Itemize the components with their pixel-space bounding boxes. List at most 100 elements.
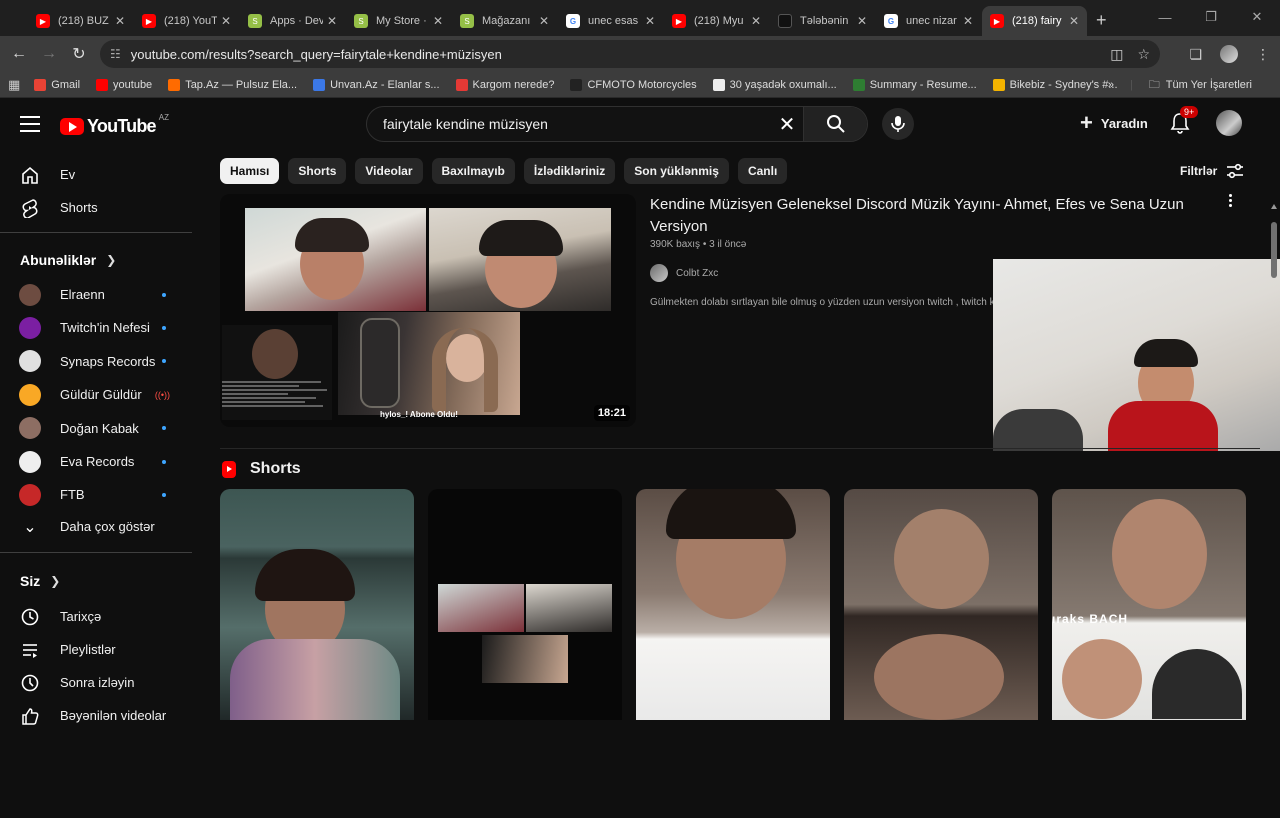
bookmark-item[interactable]: CFMOTO Motorcycles: [570, 78, 697, 91]
close-tab-icon[interactable]: ✕: [645, 14, 655, 28]
bookmark-item[interactable]: Unvan.Az - Elanlar s...: [313, 78, 440, 91]
video-title[interactable]: Kendine Müzisyen Geleneksel Discord Müzi…: [650, 194, 1210, 238]
filter-chip[interactable]: Son yüklənmiş: [624, 158, 729, 184]
reload-icon[interactable]: ↻: [64, 44, 94, 64]
url-text[interactable]: youtube.com/results?search_query=fairyta…: [131, 47, 502, 62]
apps-grid-icon[interactable]: ▦: [8, 77, 20, 93]
browser-menu-icon[interactable]: ⋮: [1256, 46, 1270, 63]
browser-tab[interactable]: ▶ (218) BUZ ✕: [28, 6, 133, 36]
new-tab-button[interactable]: +: [1096, 6, 1107, 36]
sidebar-item-subscription[interactable]: Synaps Records: [12, 345, 192, 378]
search-input[interactable]: fairytale kendine müzisyen: [367, 116, 771, 132]
close-tab-icon[interactable]: ✕: [327, 14, 337, 28]
sidebar-item-home[interactable]: Ev: [12, 158, 192, 191]
bookmark-item[interactable]: youtube: [96, 78, 152, 91]
browser-tab[interactable]: S Mağazanı ✕: [452, 6, 557, 36]
show-more-button[interactable]: ⌄ Daha çox göstər: [12, 510, 192, 543]
bookmark-favicon-icon: [570, 78, 583, 91]
sidebar-item-subscription[interactable]: Doğan Kabak: [12, 412, 192, 445]
site-info-icon[interactable]: ☷: [110, 47, 121, 61]
extensions-icon[interactable]: ❏: [1189, 46, 1202, 63]
voice-search-button[interactable]: [882, 108, 914, 140]
close-tab-icon[interactable]: ✕: [857, 14, 867, 28]
channel-link[interactable]: Colbt Zxc: [650, 264, 718, 282]
sidebar-item-watch-later[interactable]: Sonra izləyin: [12, 666, 192, 699]
close-tab-icon[interactable]: ✕: [539, 14, 549, 28]
search-button[interactable]: [803, 107, 867, 141]
browser-tab[interactable]: Tələbənin ✕: [770, 6, 875, 36]
sidebar-item-shorts[interactable]: Shorts: [12, 191, 192, 224]
browser-tab[interactable]: ▶ (218) Myu ✕: [664, 6, 769, 36]
filter-chip[interactable]: İzlədikləriniz: [523, 158, 616, 184]
channel-name[interactable]: Colbt Zxc: [676, 268, 718, 279]
browser-tab[interactable]: S Apps · Dev ✕: [240, 6, 345, 36]
close-tab-icon[interactable]: ✕: [115, 14, 125, 28]
more-bookmarks-icon[interactable]: »: [1108, 79, 1114, 91]
close-tab-icon[interactable]: ✕: [1069, 14, 1079, 28]
search-box[interactable]: fairytale kendine müzisyen ✕: [366, 106, 868, 142]
filter-chip[interactable]: Shorts: [288, 158, 347, 184]
tab-title: unec nizar: [906, 15, 957, 27]
browser-tab[interactable]: ▶ (218) fairy ✕: [982, 6, 1087, 36]
short-thumbnail[interactable]: [220, 489, 414, 720]
clear-search-icon[interactable]: ✕: [771, 112, 803, 137]
sidebar-item-playlists[interactable]: Pleylistlər: [12, 633, 192, 666]
bookmark-item[interactable]: Kargom nerede?: [455, 78, 554, 91]
sidebar-item-subscription[interactable]: FTB: [12, 478, 192, 511]
browser-tab[interactable]: ▶ (218) YouT ✕: [134, 6, 239, 36]
filter-chip[interactable]: Videolar: [355, 158, 423, 184]
close-tab-icon[interactable]: ✕: [751, 14, 761, 28]
browser-tab[interactable]: S My Store · ✕: [346, 6, 451, 36]
video-menu-icon[interactable]: [1226, 194, 1234, 207]
create-button[interactable]: + Yaradın: [1080, 112, 1148, 134]
all-bookmarks-folder[interactable]: 🗀 Tüm Yer İşaretleri: [1149, 76, 1252, 95]
channel-avatar[interactable]: [650, 264, 668, 282]
install-app-icon[interactable]: ◫: [1110, 46, 1123, 63]
filter-chip[interactable]: Canlı: [737, 158, 788, 184]
video-description: Gülmekten dolabı sırtlayan bile olmuş o …: [650, 297, 994, 308]
sidebar-item-subscription[interactable]: Twitch'in Nefesi: [12, 311, 192, 344]
sidebar-item-subscription[interactable]: Güldür Güldür ((•)): [12, 378, 192, 411]
bookmark-item[interactable]: 30 yaşadək oxumalı...: [712, 78, 837, 91]
browser-tab[interactable]: Gunec esas ✕: [558, 6, 663, 36]
google-icon: G: [566, 14, 580, 28]
scrollbar-thumb[interactable]: [1271, 222, 1277, 278]
subscriptions-header[interactable]: Abunəliklər ❯: [20, 252, 116, 268]
sidebar-item-history[interactable]: Tarixçə: [12, 600, 192, 633]
close-tab-icon[interactable]: ✕: [433, 14, 443, 28]
page-scrollbar[interactable]: [1270, 200, 1278, 818]
bookmark-star-icon[interactable]: ☆: [1137, 46, 1150, 63]
browser-tab[interactable]: Gunec nizar ✕: [876, 6, 981, 36]
bookmark-item[interactable]: Bikebiz - Sydney's #...: [992, 78, 1118, 91]
channel-avatar-icon: [12, 450, 48, 473]
youtube-logo[interactable]: YouTube AZ: [60, 113, 169, 137]
sidebar-item-subscription[interactable]: Elraenn: [12, 278, 192, 311]
menu-icon[interactable]: [20, 116, 40, 132]
minimize-icon[interactable]: —: [1142, 0, 1188, 34]
bookmark-item[interactable]: Gmail: [34, 78, 80, 91]
forward-icon[interactable]: →: [34, 45, 64, 63]
scroll-up-icon[interactable]: [1271, 204, 1277, 209]
bookmark-item[interactable]: Summary - Resume...: [852, 78, 977, 91]
filter-chip[interactable]: Hamısı: [220, 158, 280, 184]
close-tab-icon[interactable]: ✕: [221, 14, 231, 28]
filters-button[interactable]: Filtrlər: [1180, 158, 1245, 184]
sidebar-item-subscription[interactable]: Eva Records: [12, 445, 192, 478]
you-section-header[interactable]: Siz ❯: [20, 573, 60, 589]
sidebar-item-liked-videos[interactable]: Bəyənilən videolar: [12, 699, 192, 732]
account-avatar[interactable]: [1216, 110, 1242, 136]
close-tab-icon[interactable]: ✕: [963, 14, 973, 28]
filter-chip[interactable]: Baxılmayıb: [431, 158, 515, 184]
short-thumbnail[interactable]: ıraks BACH: [1052, 489, 1246, 720]
short-thumbnail[interactable]: [428, 489, 622, 720]
profile-icon[interactable]: [1220, 45, 1238, 63]
bookmark-item[interactable]: Tap.Az — Pulsuz Ela...: [168, 78, 297, 91]
short-thumbnail[interactable]: [636, 489, 830, 720]
close-window-icon[interactable]: ✕: [1234, 0, 1280, 34]
notifications-button[interactable]: 9+: [1170, 106, 1199, 139]
address-bar[interactable]: ☷ youtube.com/results?search_query=fairy…: [100, 40, 1160, 68]
video-thumbnail[interactable]: hylos_! Abone Oldu! 18:21: [220, 194, 636, 427]
short-thumbnail[interactable]: [844, 489, 1038, 720]
back-icon[interactable]: ←: [4, 45, 34, 63]
restore-icon[interactable]: ❐: [1188, 0, 1234, 34]
